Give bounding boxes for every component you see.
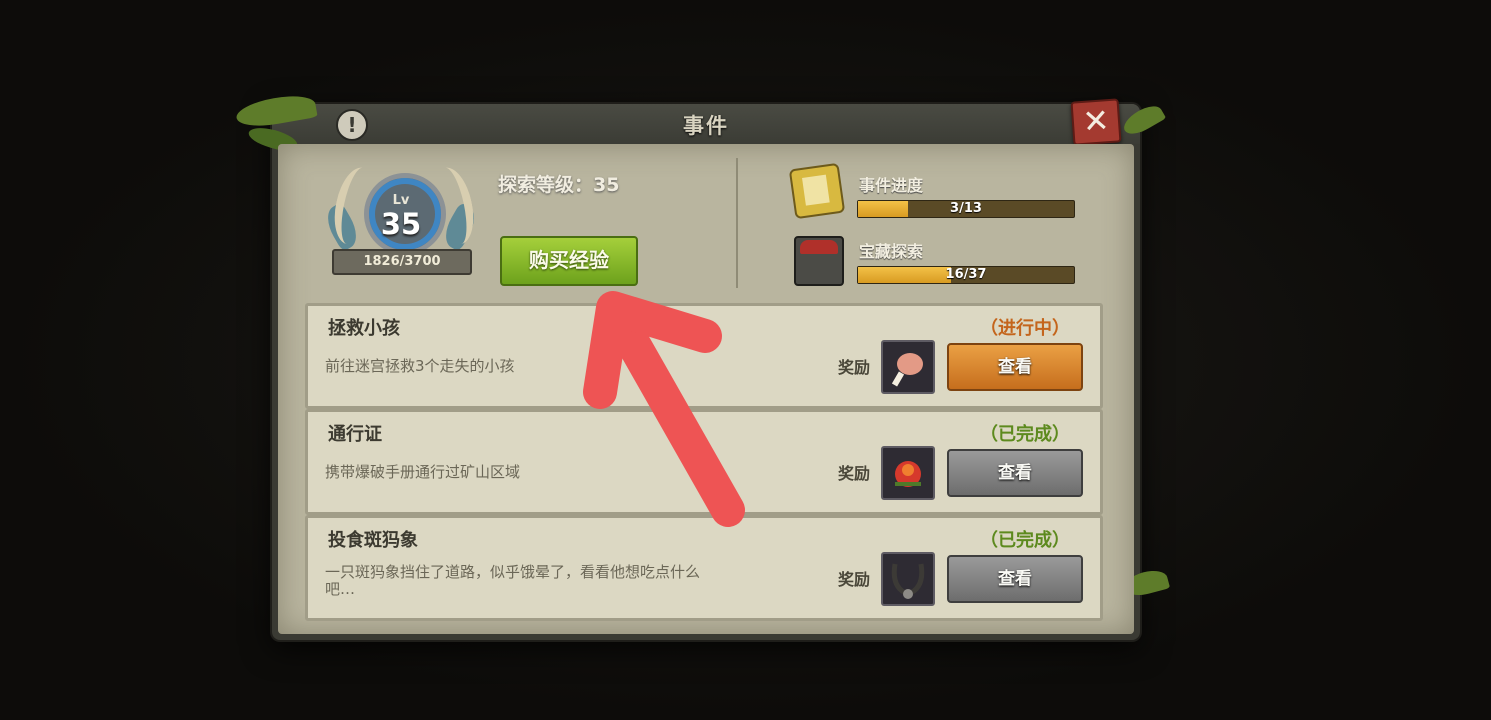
quest-status: （已完成）	[980, 530, 1070, 551]
xp-text: 1826/3700	[332, 249, 472, 275]
level-number: 35	[380, 207, 422, 241]
treasure-explore-bar: 16/37	[857, 266, 1075, 284]
exclamation-icon[interactable]: !	[336, 109, 368, 141]
treasure-chest-icon	[794, 236, 844, 286]
reward-label: 奖励	[838, 464, 871, 483]
treasure-explore-value: 16/37	[945, 267, 987, 282]
level-label: Lv	[392, 193, 410, 208]
level-badge: Lv 35 1826/3700	[320, 163, 482, 279]
header-divider	[736, 158, 738, 288]
quest-title: 投食斑犸象	[328, 530, 418, 551]
dialog-title: 事件	[683, 114, 729, 138]
quest-title: 通行证	[328, 424, 382, 445]
view-button[interactable]: 查看	[947, 555, 1083, 603]
reward-label: 奖励	[838, 358, 871, 377]
quest-description: 一只斑犸象挡住了道路，似乎饿晕了，看看他想吃点什么吧…	[325, 563, 701, 598]
treasure-explore-label: 宝藏探索	[859, 242, 924, 261]
reward-label: 奖励	[838, 570, 871, 589]
event-progress-bar: 3/13	[857, 200, 1075, 218]
dialog-titlebar: 事件	[272, 104, 1140, 144]
meat-drumstick-icon[interactable]	[881, 340, 935, 394]
quest-description: 携带爆破手册通行过矿山区域	[325, 463, 521, 481]
event-progress-value: 3/13	[950, 201, 982, 216]
quest-description: 前往迷宫拯救3个走失的小孩	[325, 357, 515, 375]
quest-title: 拯救小孩	[328, 318, 400, 339]
document-icon	[788, 162, 846, 220]
quest-card: 通行证 （已完成） 携带爆破手册通行过矿山区域 奖励 查看	[305, 409, 1103, 515]
quest-card: 投食斑犸象 （已完成） 一只斑犸象挡住了道路，似乎饿晕了，看看他想吃点什么吧… …	[305, 515, 1103, 621]
explore-level-text: 探索等级：35	[498, 174, 620, 196]
quest-status: （已完成）	[980, 424, 1070, 445]
necklace-icon[interactable]	[881, 552, 935, 606]
event-progress-label: 事件进度	[859, 176, 924, 195]
view-button[interactable]: 查看	[947, 343, 1083, 391]
quest-card: 拯救小孩 （进行中） 前往迷宫拯救3个走失的小孩 奖励 查看	[305, 303, 1103, 409]
red-fruit-icon[interactable]	[881, 446, 935, 500]
buy-exp-button[interactable]: 购买经验	[500, 236, 638, 286]
close-button[interactable]: ✕	[1070, 98, 1122, 146]
view-button[interactable]: 查看	[947, 449, 1083, 497]
quest-status: （进行中）	[980, 318, 1070, 339]
close-x-icon: ✕	[1081, 101, 1111, 141]
